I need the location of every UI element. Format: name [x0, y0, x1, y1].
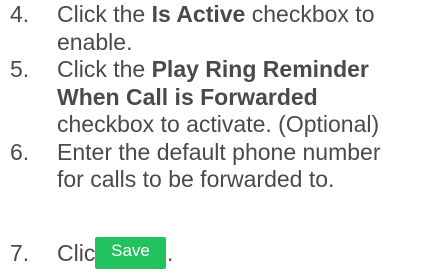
- save-button[interactable]: Save: [95, 237, 166, 269]
- step-text-line: When Call is Forwarded: [57, 84, 434, 112]
- step-7: 7. Click Save .: [10, 237, 173, 269]
- step-number: 6.: [10, 138, 30, 165]
- step-text-line: Click the Play Ring Reminder: [57, 56, 369, 82]
- step-number: 7.: [10, 240, 30, 266]
- step-number: 4.: [10, 1, 30, 27]
- step-text-line: checkbox to activate. (Optional): [57, 111, 380, 137]
- step-6: 6. Enter the default phone number for ca…: [10, 139, 434, 194]
- step-5: 5. Click the Play Ring Reminder When Cal…: [10, 56, 434, 139]
- ui-term-when-call-forwarded: When Call is Forwarded: [57, 83, 318, 110]
- ui-term-is-active: Is Active: [151, 1, 246, 27]
- step-4: 4. Click the Is Active checkbox to enabl…: [10, 1, 434, 56]
- ui-term-play-ring-reminder: Play Ring Reminder: [151, 56, 369, 82]
- step-text-line: Click the Is Active checkbox to: [57, 1, 375, 27]
- step-number: 5.: [10, 56, 30, 82]
- step-text-line: enable.: [57, 28, 133, 55]
- step-period: .: [167, 240, 174, 266]
- step-text-line: for calls to be forwarded to.: [57, 166, 335, 192]
- instruction-steps: 4. Click the Is Active checkbox to enabl…: [10, 1, 434, 269]
- step-text-line: Enter the default phone number: [57, 138, 381, 165]
